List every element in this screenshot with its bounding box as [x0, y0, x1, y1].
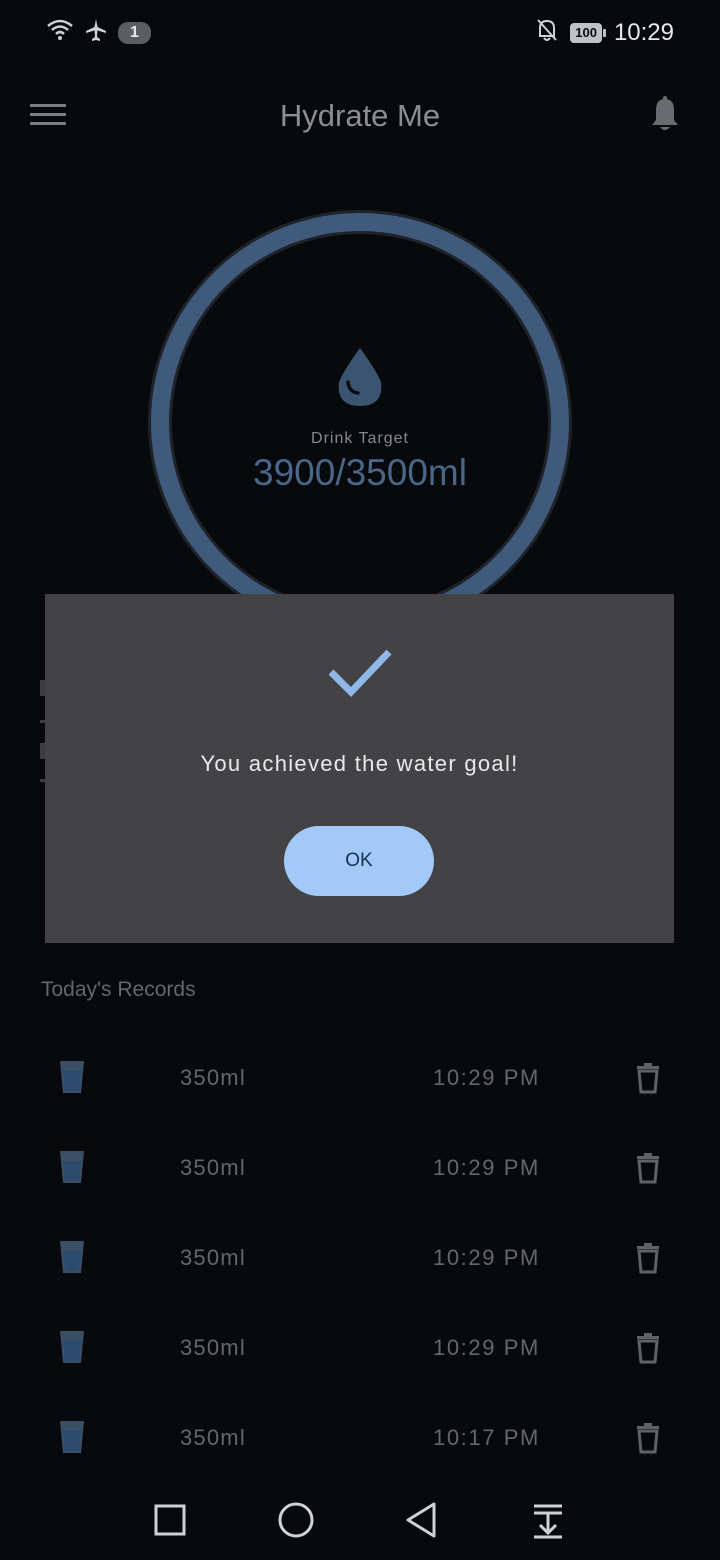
wifi-icon: [46, 18, 74, 47]
record-row: 350ml 10:29 PM: [0, 1122, 720, 1212]
mute-icon: [536, 18, 558, 47]
record-time: 10:29 PM: [433, 1155, 540, 1180]
airplane-icon: [84, 18, 108, 47]
record-amount: 350ml: [180, 1425, 246, 1450]
water-cup-icon: [58, 1329, 86, 1365]
app-title: Hydrate Me: [279, 98, 441, 133]
trash-icon[interactable]: [634, 1332, 662, 1364]
record-row: 350ml 10:29 PM: [0, 1032, 720, 1122]
record-time: 10:29 PM: [433, 1065, 540, 1090]
record-time: 10:29 PM: [433, 1245, 540, 1270]
record-amount: 350ml: [180, 1335, 246, 1360]
record-amount: 350ml: [180, 1155, 246, 1180]
trash-icon[interactable]: [634, 1422, 662, 1454]
water-drop-icon: [336, 346, 384, 410]
status-time: 10:29: [613, 18, 674, 46]
water-cup-icon: [58, 1059, 86, 1095]
notification-shade-icon[interactable]: [528, 1500, 568, 1540]
trash-icon[interactable]: [634, 1152, 662, 1184]
record-row: 350ml 10:17 PM: [0, 1392, 720, 1482]
water-cup-icon: [58, 1419, 86, 1455]
progress-ring: [148, 210, 572, 634]
drink-target-label: Drink Target: [311, 430, 409, 447]
recents-icon[interactable]: [150, 1500, 190, 1540]
battery-icon: 100: [570, 22, 606, 43]
check-icon: [328, 644, 393, 704]
record-row: 350ml 10:29 PM: [0, 1212, 720, 1302]
record-amount: 350ml: [180, 1245, 246, 1270]
ok-button[interactable]: OK: [284, 826, 434, 896]
status-bar: 1 100 10:29: [0, 0, 720, 60]
trash-icon[interactable]: [634, 1242, 662, 1274]
drink-target-value: 3900/3500ml: [253, 452, 467, 493]
goal-achieved-dialog: You achieved the water goal! OK: [45, 594, 674, 943]
records-list: 350ml 10:29 PM 350ml 10:29 PM 350ml 10:2…: [0, 1032, 720, 1482]
back-icon[interactable]: [402, 1500, 442, 1540]
home-icon[interactable]: [276, 1500, 316, 1540]
record-time: 10:17 PM: [433, 1425, 540, 1450]
app-bar: Hydrate Me: [0, 80, 720, 150]
system-nav-bar: [0, 1480, 720, 1560]
trash-icon[interactable]: [634, 1062, 662, 1094]
record-amount: 350ml: [180, 1065, 246, 1090]
records-title: Today's Records: [41, 978, 196, 1001]
water-cup-icon: [58, 1149, 86, 1185]
dialog-message: You achieved the water goal!: [200, 751, 519, 776]
record-row: 350ml 10:29 PM: [0, 1302, 720, 1392]
bell-icon[interactable]: [648, 96, 682, 134]
record-time: 10:29 PM: [433, 1335, 540, 1360]
water-cup-icon: [58, 1239, 86, 1275]
notification-count-badge: 1: [118, 21, 151, 44]
